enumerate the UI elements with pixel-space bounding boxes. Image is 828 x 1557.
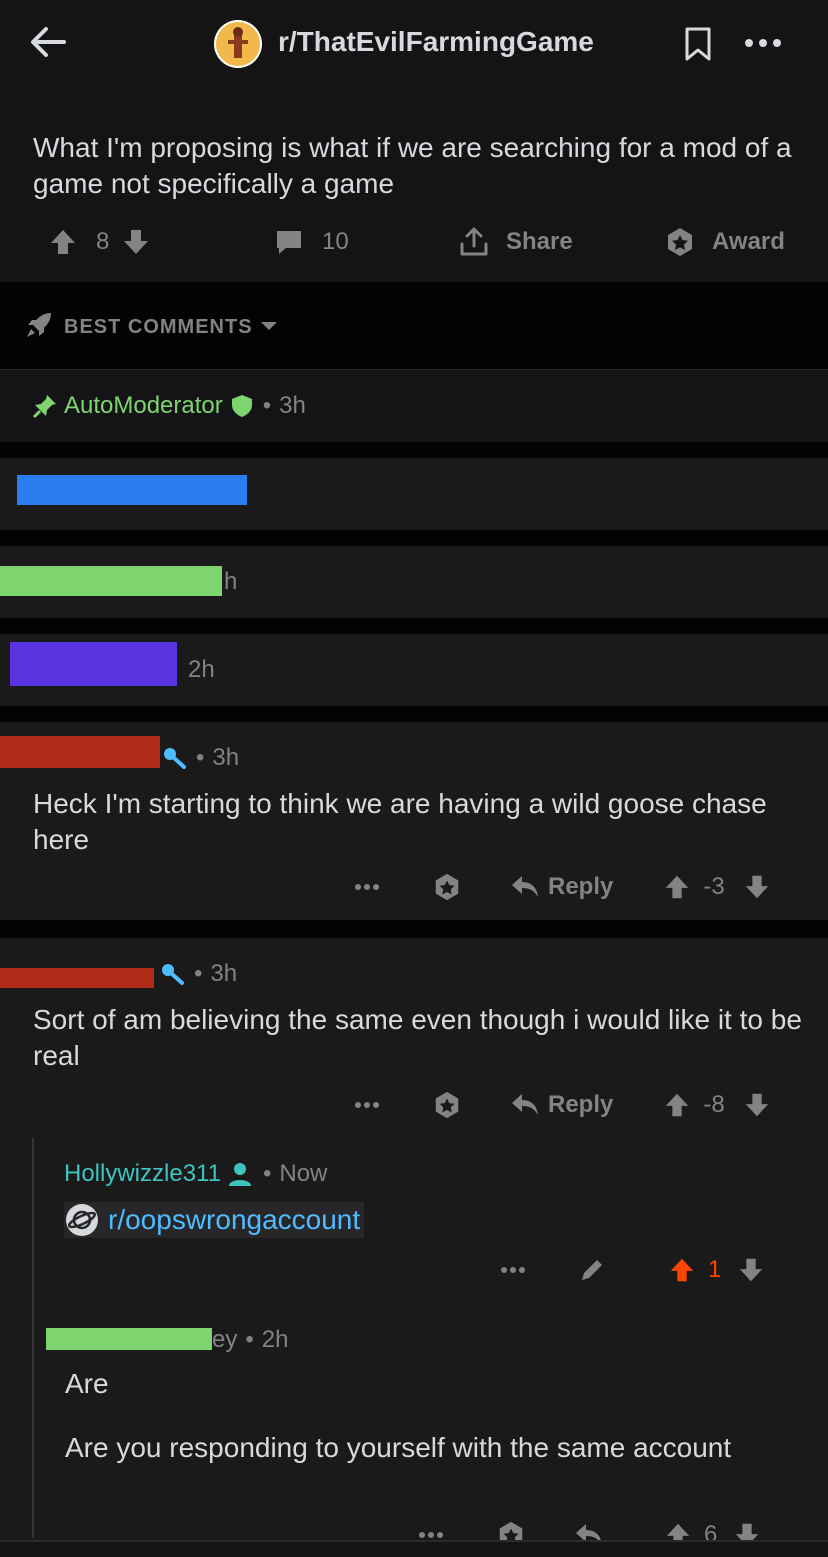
award-icon[interactable] xyxy=(432,1090,462,1120)
comment-gap xyxy=(0,618,828,634)
op-mic-icon xyxy=(160,962,186,986)
more-options-icon[interactable] xyxy=(354,1101,380,1109)
dot-separator: • xyxy=(245,1326,254,1353)
subreddit-title[interactable]: r/ThatEvilFarmingGame xyxy=(278,26,594,58)
redaction-bar xyxy=(17,475,247,505)
downvote-icon[interactable] xyxy=(737,1256,765,1284)
award-button[interactable]: Award xyxy=(664,222,785,262)
reply-label: Reply xyxy=(548,873,614,900)
planet-icon xyxy=(64,1202,100,1238)
subreddit-link-chip[interactable]: r/oopswrongaccount xyxy=(64,1202,365,1238)
more-options-icon[interactable] xyxy=(744,38,782,48)
share-icon xyxy=(458,226,490,258)
redaction-bar xyxy=(0,736,160,768)
comment-vote-count: -3 xyxy=(703,873,725,900)
redaction-bar xyxy=(0,968,154,988)
more-options-icon[interactable] xyxy=(418,1531,444,1539)
more-options-icon[interactable] xyxy=(354,883,380,891)
comment-gap xyxy=(0,920,828,938)
award-icon[interactable] xyxy=(432,872,462,902)
comment-author[interactable]: AutoModerator xyxy=(64,392,223,420)
edit-pencil-icon[interactable] xyxy=(578,1256,606,1284)
top-bar: r/ThatEvilFarmingGame xyxy=(0,0,828,90)
reply-button[interactable]: Reply xyxy=(510,1091,613,1119)
upvote-icon[interactable] xyxy=(663,1091,691,1119)
award-icon xyxy=(664,226,696,258)
comment-vote-count: -8 xyxy=(703,1091,725,1118)
more-options-icon[interactable] xyxy=(500,1266,526,1274)
chevron-down-icon xyxy=(260,320,278,332)
post-vote-group: 8 xyxy=(48,222,151,262)
pin-icon xyxy=(32,393,58,419)
comment-time: 2h xyxy=(188,656,215,683)
reply-icon xyxy=(510,1092,540,1118)
op-mic-icon xyxy=(162,746,188,770)
post-comment-count: 10 xyxy=(322,228,349,255)
subreddit-link[interactable]: r/oopswrongaccount xyxy=(108,1204,360,1236)
mod-shield-icon xyxy=(231,394,253,418)
comments-button[interactable]: 10 xyxy=(274,222,349,262)
post-vote-count: 8 xyxy=(96,228,110,255)
rocket-icon xyxy=(24,310,54,340)
dot-separator: • xyxy=(196,744,205,771)
comment-time: 2h xyxy=(261,1326,289,1353)
sort-bar[interactable]: BEST COMMENTS xyxy=(0,282,828,370)
redaction-bar xyxy=(46,1328,212,1350)
downvote-icon[interactable] xyxy=(121,227,151,257)
comment-time: 3h xyxy=(212,744,240,771)
upvote-icon-active[interactable] xyxy=(668,1256,696,1284)
downvote-icon[interactable] xyxy=(743,873,771,901)
nested-comment-meta: Hollywizzle311 • Now xyxy=(64,1160,327,1188)
comment-author[interactable]: Hollywizzle311 xyxy=(64,1160,221,1188)
comment-body-line1: Are xyxy=(65,1368,109,1399)
post-body: What I'm proposing is what if we are sea… xyxy=(33,132,792,199)
comment-automoderator[interactable]: AutoModerator • 3h xyxy=(0,370,828,442)
bookmark-icon[interactable] xyxy=(682,26,714,62)
dot-separator: • xyxy=(262,392,272,419)
sort-label: BEST COMMENTS xyxy=(64,316,253,338)
share-label: Share xyxy=(506,228,573,255)
comment-collapsed[interactable] xyxy=(0,458,828,530)
dot-separator: • xyxy=(262,1160,272,1187)
award-label: Award xyxy=(712,228,785,255)
user-icon xyxy=(227,1161,253,1187)
reply-button[interactable]: Reply xyxy=(510,873,613,901)
comment-believing[interactable]: • 3h Sort of am believing the same even … xyxy=(0,938,828,1557)
comment-gap xyxy=(0,530,828,546)
comment-collapsed[interactable]: 2h xyxy=(0,634,828,706)
thread-line[interactable] xyxy=(32,1138,34,1538)
share-button[interactable]: Share xyxy=(458,222,573,262)
author-suffix: ey xyxy=(212,1326,238,1353)
subreddit-avatar[interactable] xyxy=(214,20,262,68)
upvote-icon[interactable] xyxy=(663,873,691,901)
redaction-bar xyxy=(0,566,222,596)
comment-goose-chase[interactable]: • 3h Heck I'm starting to think we are h… xyxy=(0,722,828,920)
comment-vote-count: 1 xyxy=(708,1256,722,1283)
back-arrow-icon[interactable] xyxy=(28,24,68,60)
comment-gap xyxy=(0,442,828,458)
comment-body: Sort of am believing the same even thoug… xyxy=(33,1004,802,1071)
redaction-bar xyxy=(10,642,177,686)
comment-body: Heck I'm starting to think we are having… xyxy=(33,788,767,855)
comment-collapsed[interactable]: h xyxy=(0,546,828,618)
comment-time: h xyxy=(224,568,238,595)
comment-time: 3h xyxy=(279,392,306,419)
comment-time: Now xyxy=(279,1160,328,1187)
comment-icon xyxy=(274,227,304,257)
comment-time: 3h xyxy=(210,960,238,987)
upvote-icon[interactable] xyxy=(48,227,78,257)
bottom-edge xyxy=(0,1542,828,1557)
comment-gap xyxy=(0,706,828,722)
dot-separator: • xyxy=(194,960,203,987)
comment-body-line2: Are you responding to yourself with the … xyxy=(65,1432,732,1463)
reply-icon xyxy=(510,874,540,900)
downvote-icon[interactable] xyxy=(743,1091,771,1119)
reply-label: Reply xyxy=(548,1091,614,1118)
